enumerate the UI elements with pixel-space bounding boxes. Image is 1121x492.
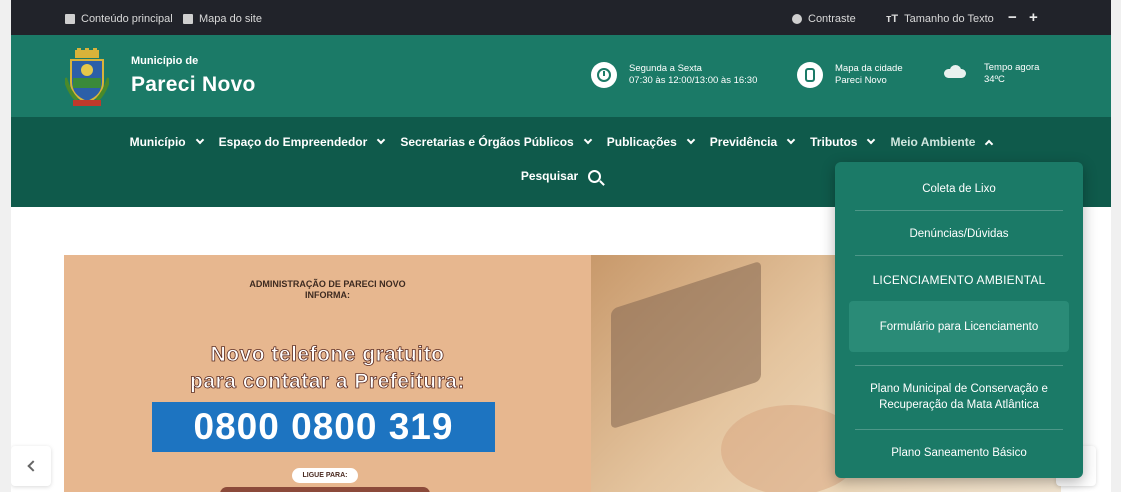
dropdown-item-saneamento[interactable]: Plano Saneamento Básico [849,445,1069,461]
clock-icon [591,62,617,88]
dropdown-divider [855,429,1063,430]
map-pin-icon [797,62,823,88]
weather-title: Tempo agora [984,62,1040,73]
banner-admin-line1: ADMINISTRAÇÃO DE PARECI NOVO [249,279,406,289]
increase-text-button[interactable]: + [1029,9,1038,26]
dropdown-divider [855,365,1063,366]
map-icon [183,14,193,24]
dropdown-item-coleta-lixo[interactable]: Coleta de Lixo [849,181,1069,197]
nav-menu: Município Espaço do Empreendedor Secreta… [11,135,1111,149]
nav-item-secretarias[interactable]: Secretarias e Órgãos Públicos [400,135,592,149]
municipal-crest-logo[interactable] [65,48,109,108]
weather-temperature: 34ºC [984,74,1005,85]
nav-item-espaco-empreendedor[interactable]: Espaço do Empreendedor [218,135,386,149]
weather-widget: Tempo agora 34ºC [940,62,1039,86]
banner-call-label: LIGUE PARA: [292,468,358,483]
accessibility-bar: Conteúdo principal Mapa do site Contrast… [11,0,1111,35]
skip-to-main-link[interactable]: Conteúdo principal [65,13,173,25]
dropdown-divider [855,210,1063,211]
chevron-down-icon [686,135,696,145]
banner-phone-number: 0800 0800 319 [152,402,495,452]
page-frame: Conteúdo principal Mapa do site Contrast… [11,0,1111,492]
hours-days: Segunda a Sexta [629,63,702,74]
nav-item-label: Meio Ambiente [890,135,976,149]
chevron-down-icon [867,135,876,145]
nav-item-meio-ambiente[interactable]: Meio Ambiente [890,135,994,149]
city-map-title: Mapa da cidade [835,63,903,74]
nav-item-publicacoes[interactable]: Publicações [606,135,696,149]
nav-item-label: Publicações [606,135,677,149]
meio-ambiente-dropdown: Coleta de Lixo Denúncias/Dúvidas LICENCI… [835,162,1083,478]
dropdown-item-formulario[interactable]: Formulário para Licenciamento [849,319,1069,335]
contrast-toggle[interactable]: Contraste [792,13,856,25]
chevron-down-icon [583,135,592,145]
nav-item-municipio[interactable]: Município [129,135,204,149]
chevron-up-icon [985,139,994,148]
chevron-down-icon [786,135,796,145]
search-label: Pesquisar [520,169,579,183]
text-size-label: Tamanho do Texto [904,13,994,25]
rain-cloud-icon [940,65,970,83]
chevron-down-icon [195,135,204,145]
sitemap-label: Mapa do site [199,13,262,25]
contrast-icon [792,14,802,24]
carousel-prev-button[interactable] [11,446,51,486]
nav-item-label: Espaço do Empreendedor [218,135,368,149]
chevron-down-icon [377,135,386,145]
site-header: Município de Pareci Novo Segunda a Sexta… [11,35,1111,117]
laptop-image [611,260,761,430]
sitemap-link[interactable]: Mapa do site [183,13,262,25]
dropdown-item-denuncias[interactable]: Denúncias/Dúvidas [849,226,1069,242]
municipality-name[interactable]: Pareci Novo [131,73,256,97]
decrease-text-button[interactable]: − [1008,9,1017,26]
banner-admin-text: ADMINISTRAÇÃO DE PARECI NOVO INFORMA: [64,279,591,301]
text-size-icon: ᴛT [886,13,899,25]
city-map-link[interactable]: Mapa da cidade Pareci Novo [797,62,903,88]
dropdown-divider [855,255,1063,256]
hours-times: 07:30 às 12:00/13:00 às 16:30 [629,75,758,86]
banner-headline-2: para contatar a Prefeitura: [190,370,465,394]
contrast-label: Contraste [808,13,856,25]
document-icon [65,14,75,24]
nav-item-label: Tributos [810,135,858,149]
dropdown-item-plano-mata-atlantica[interactable]: Plano Municipal de Conservação e Recuper… [857,381,1061,413]
banner-bottom-pill [220,487,430,492]
nav-item-label: Previdência [709,135,778,149]
dropdown-heading-licenciamento[interactable]: LICENCIAMENTO AMBIENTAL [849,272,1069,288]
skip-to-main-label: Conteúdo principal [81,13,173,25]
banner-announcement[interactable]: ADMINISTRAÇÃO DE PARECI NOVO INFORMA: No… [64,255,591,492]
nav-item-label: Município [129,135,186,149]
nav-item-previdencia[interactable]: Previdência [709,135,796,149]
text-size-control: ᴛT Tamanho do Texto [886,13,994,25]
municipality-prefix: Município de [131,55,199,67]
nav-item-label: Secretarias e Órgãos Públicos [400,135,574,149]
chevron-left-icon [26,460,39,472]
opening-hours: Segunda a Sexta 07:30 às 12:00/13:00 às … [591,62,757,88]
banner-admin-line2: INFORMA: [305,290,350,300]
banner-headline-1: Novo telefone gratuito [210,343,445,367]
nav-item-tributos[interactable]: Tributos [810,135,876,149]
city-map-name: Pareci Novo [835,75,887,86]
search-icon [588,169,602,183]
